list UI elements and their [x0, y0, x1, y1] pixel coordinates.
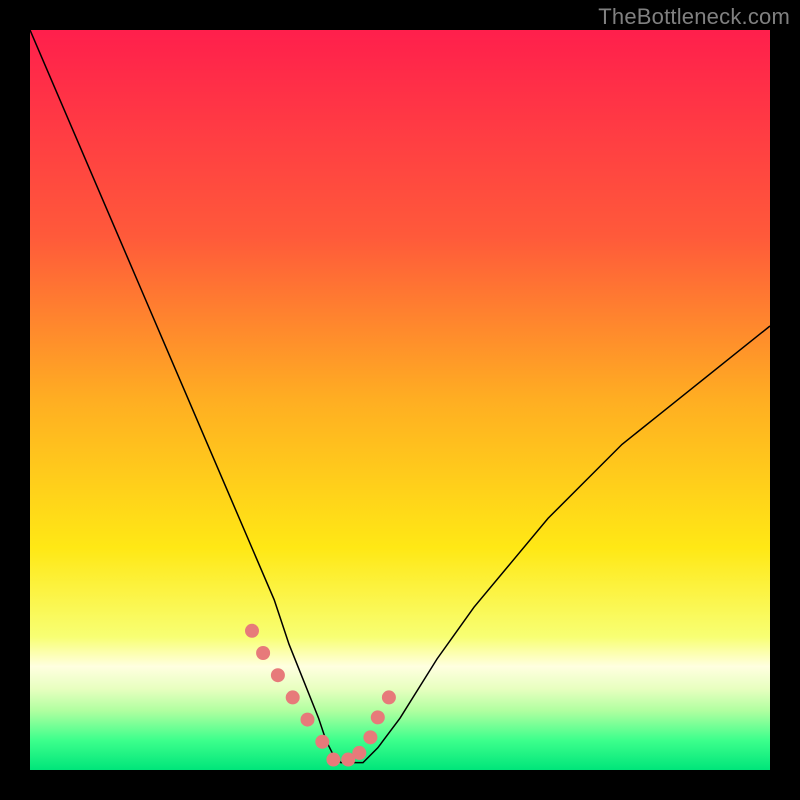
watermark-text: TheBottleneck.com [598, 4, 790, 30]
efficiency-marker [256, 646, 270, 660]
efficiency-marker [315, 735, 329, 749]
efficiency-marker [352, 746, 366, 760]
chart-plot [30, 30, 770, 770]
efficiency-marker [301, 713, 315, 727]
efficiency-marker [371, 710, 385, 724]
efficiency-marker [363, 730, 377, 744]
chart-frame: TheBottleneck.com [0, 0, 800, 800]
plot-background [30, 30, 770, 770]
efficiency-marker [286, 690, 300, 704]
efficiency-marker [245, 624, 259, 638]
efficiency-marker [326, 753, 340, 767]
efficiency-marker [382, 690, 396, 704]
efficiency-marker [271, 668, 285, 682]
